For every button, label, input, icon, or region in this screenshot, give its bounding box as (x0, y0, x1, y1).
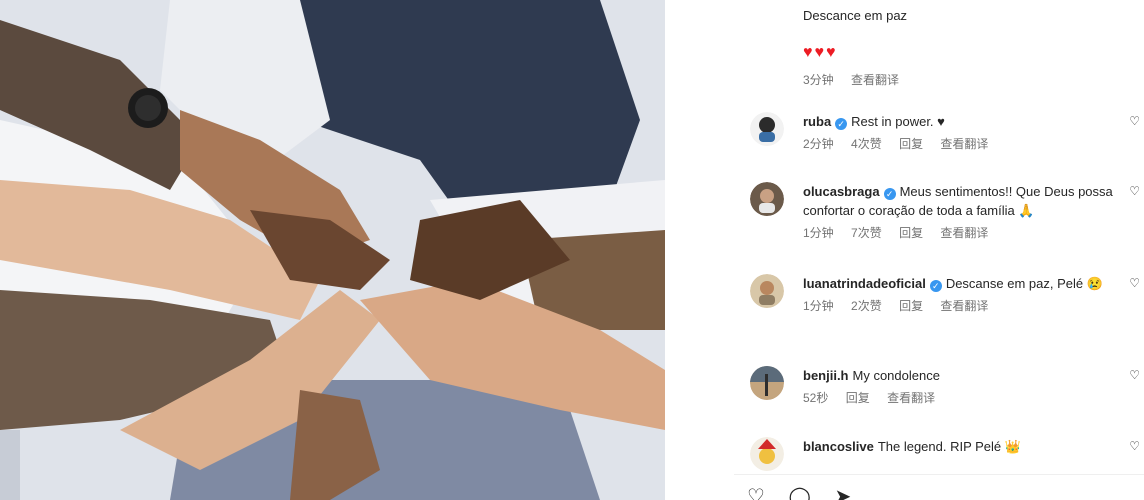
comment-time: 1分钟 (803, 226, 834, 240)
heart-outline-icon[interactable]: ♡ (1129, 276, 1140, 290)
translate-link[interactable]: 查看翻译 (851, 73, 899, 87)
heart-outline-icon[interactable]: ♡ (1129, 439, 1140, 453)
comment-username[interactable]: blancoslive (803, 439, 874, 454)
comment-likes[interactable]: 2次赞 (851, 299, 882, 313)
comment-username[interactable]: luanatrindadeoficial (803, 276, 926, 291)
heart-outline-icon[interactable]: ♡ (1129, 184, 1140, 198)
avatar-image (750, 182, 784, 216)
avatar-image (750, 437, 784, 471)
comment-body: ruba ✓ Rest in power. ♥ 2分钟 4次赞 回复 查看翻译 (803, 112, 1133, 154)
comment-body: luanatrindadeoficial ✓ Descanse em paz, Pe… (803, 274, 1133, 316)
reply-button[interactable]: 回复 (846, 391, 870, 405)
divider (734, 474, 1144, 475)
avatar[interactable] (750, 182, 784, 216)
translate-link[interactable]: 查看翻译 (940, 226, 988, 240)
avatar[interactable] (750, 366, 784, 400)
comment-body: blancoslive The legend. RIP Pelé 👑 (803, 437, 1133, 456)
avatar-image (750, 112, 784, 146)
translate-link[interactable]: 查看翻译 (940, 137, 988, 151)
comment-username[interactable]: benjii.h (803, 368, 849, 383)
heart-emoji: ♥♥♥ (803, 44, 838, 61)
comment-text: The legend. RIP Pelé 👑 (877, 439, 1021, 454)
comment-likes[interactable]: 4次赞 (851, 137, 882, 151)
hands-photo (0, 0, 665, 500)
verified-badge-icon: ✓ (929, 280, 942, 292)
heart-outline-icon[interactable]: ♡ (1129, 114, 1140, 128)
share-icon[interactable]: ➤ (834, 486, 851, 500)
heart-outline-icon[interactable]: ♡ (1129, 368, 1140, 382)
reply-button[interactable]: 回复 (899, 137, 923, 151)
comment-time: 52秒 (803, 391, 829, 405)
comment-time: 3分钟 (803, 73, 834, 87)
comment-meta: 1分钟 7次赞 回复 查看翻译 (803, 224, 1133, 243)
avatar[interactable] (750, 437, 784, 471)
top-comment-text: Descance em paz (803, 8, 908, 23)
comment-icon[interactable]: ◯ (789, 486, 811, 500)
comment-meta: 1分钟 2次赞 回复 查看翻译 (803, 297, 1133, 316)
heart-outline-icon[interactable]: ♡ (747, 486, 765, 500)
comment-username[interactable]: ruba (803, 114, 831, 129)
reply-button[interactable]: 回复 (899, 226, 923, 240)
comment-time: 2分钟 (803, 137, 834, 151)
avatar-image (750, 366, 784, 400)
comment-body: benjii.h My condolence 52秒 回复 查看翻译 (803, 366, 1133, 408)
verified-badge-icon: ✓ (835, 118, 848, 130)
top-comment-meta: 3分钟 查看翻译 (803, 71, 913, 88)
verified-badge-icon: ✓ (883, 188, 896, 200)
comment-body: olucasbraga ✓ Meus sentimentos!! Que Deus … (803, 182, 1133, 243)
comment-username[interactable]: olucasbraga (803, 184, 880, 199)
post-photo (0, 0, 665, 500)
comments-panel: Descance em paz ♥♥♥ 3分钟 查看翻译 ruba ✓ Rest i… (665, 0, 1144, 500)
translate-link[interactable]: 查看翻译 (940, 299, 988, 313)
avatar-image (750, 274, 784, 308)
avatar[interactable] (750, 112, 784, 146)
reply-button[interactable]: 回复 (899, 299, 923, 313)
comment-meta: 2分钟 4次赞 回复 查看翻译 (803, 135, 1133, 154)
avatar[interactable] (750, 274, 784, 308)
comment-likes[interactable]: 7次赞 (851, 226, 882, 240)
comment-time: 1分钟 (803, 299, 834, 313)
comment-text: Rest in power. ♥ (851, 114, 945, 129)
comment-text: Descanse em paz, Pelé 😢 (945, 276, 1103, 291)
comment-text: My condolence (852, 368, 940, 383)
action-bar: ♡ ◯ ➤ (747, 484, 869, 500)
comment-meta: 52秒 回复 查看翻译 (803, 389, 1133, 408)
translate-link[interactable]: 查看翻译 (887, 391, 935, 405)
